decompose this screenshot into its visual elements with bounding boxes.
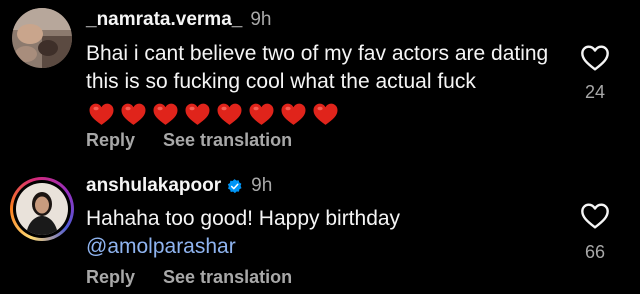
comment-actions: Reply See translation [86, 267, 320, 288]
red-heart-emoji [249, 104, 274, 126]
heart-outline-icon [581, 45, 609, 71]
heart-outline-icon [581, 203, 609, 229]
red-heart-emoji [281, 104, 306, 126]
like-button[interactable] [579, 42, 611, 74]
verified-badge-icon [227, 178, 242, 193]
avatar[interactable] [10, 177, 74, 241]
comment-body: Bhai i cant believe two of my fav actors… [86, 42, 549, 93]
avatar-image [16, 183, 68, 235]
see-translation-button[interactable]: See translation [163, 130, 292, 151]
username[interactable]: anshulakapoor [86, 175, 221, 197]
red-heart-emoji [121, 104, 146, 126]
comment-body: Hahaha too good! Happy birthday [86, 207, 401, 230]
comment-text: Hahaha too good! Happy birthday @amolpar… [86, 205, 556, 261]
reply-button[interactable]: Reply [86, 267, 135, 288]
timestamp: 9h [250, 9, 272, 30]
like-count: 24 [584, 82, 606, 102]
comment-header: _namrata.verma_ 9h [86, 8, 271, 32]
comment-actions: Reply See translation [86, 130, 320, 151]
username[interactable]: _namrata.verma_ [86, 9, 242, 31]
comment-text: Bhai i cant believe two of my fav actors… [86, 40, 556, 128]
red-heart-emoji [185, 104, 210, 126]
comment-header: anshulakapoor 9h [86, 174, 272, 198]
red-heart-emoji [153, 104, 178, 126]
see-translation-button[interactable]: See translation [163, 267, 292, 288]
red-heart-emoji [313, 104, 338, 126]
like-count: 66 [584, 242, 606, 262]
reply-button[interactable]: Reply [86, 130, 135, 151]
timestamp: 9h [251, 175, 273, 196]
avatar[interactable] [12, 8, 72, 68]
red-heart-emoji [89, 104, 114, 126]
like-button[interactable] [579, 200, 611, 232]
emoji-row [88, 100, 344, 128]
red-heart-emoji [217, 104, 242, 126]
mention-link[interactable]: @amolparashar [86, 235, 236, 258]
